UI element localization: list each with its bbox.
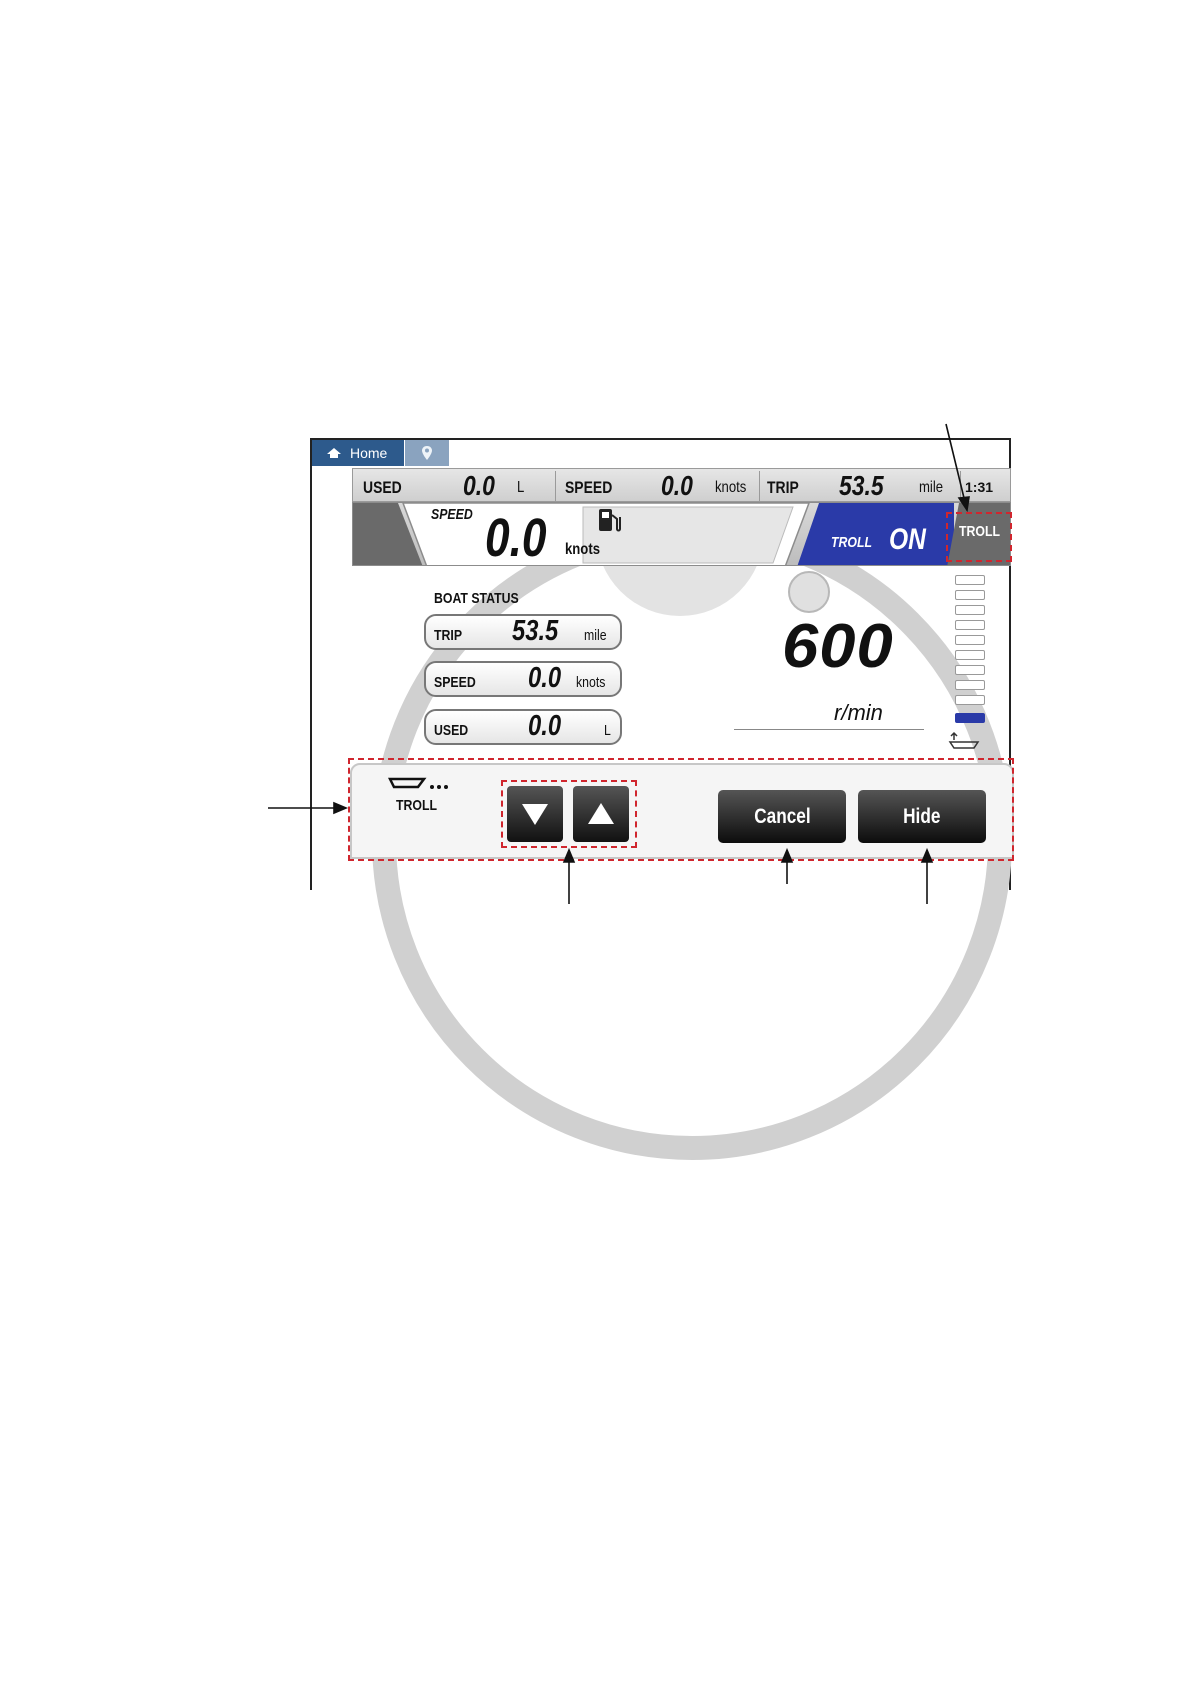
callout-arrows xyxy=(268,423,970,904)
